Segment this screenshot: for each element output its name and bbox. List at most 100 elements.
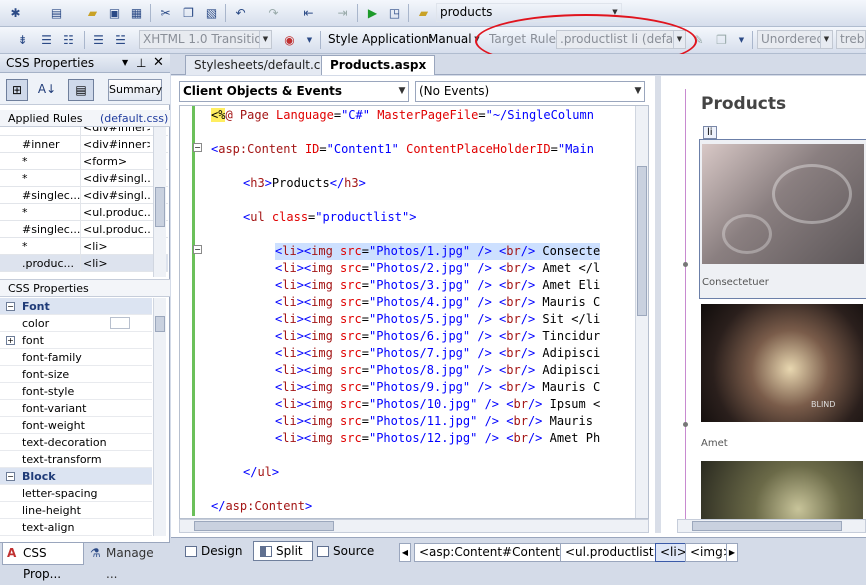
copy-style-icon[interactable]: ❐: [713, 32, 730, 49]
breadcrumb-prev-icon[interactable]: ◀: [399, 543, 411, 562]
rule-row[interactable]: * <li>: [0, 238, 168, 255]
rule-row[interactable]: * <div#singl...: [0, 170, 168, 187]
property-font-style[interactable]: font-style: [0, 383, 152, 400]
redo-icon[interactable]: ↷: [265, 5, 282, 22]
tab-css-properties[interactable]: A CSS Prop...: [2, 543, 84, 581]
category-block[interactable]: − Block: [0, 468, 152, 485]
split-view-button[interactable]: Split: [253, 541, 313, 561]
rules-scrollbar[interactable]: [153, 127, 166, 277]
collapse-icon[interactable]: −: [193, 245, 202, 254]
doctype-combo[interactable]: XHTML 1.0 Transitiona ▼: [139, 30, 272, 49]
rule-row[interactable]: #singlec... <div#singl...: [0, 187, 168, 204]
applied-rules-label: Applied Rules: [8, 112, 83, 125]
indent-icon[interactable]: ⇟: [14, 32, 31, 49]
copy-icon[interactable]: ❐: [180, 5, 197, 22]
source-pane[interactable]: − − <%@ Page Language="C#" MasterPageFil…: [179, 105, 649, 519]
tab-default-css[interactable]: Stylesheets/default.css: [185, 55, 342, 75]
property-font-size[interactable]: font-size: [0, 366, 152, 383]
property-line-height[interactable]: line-height: [0, 502, 152, 519]
photo-text: BLIND: [811, 400, 836, 409]
find-icon[interactable]: ▰: [415, 5, 432, 22]
chevron-down-icon[interactable]: ▼: [301, 32, 318, 49]
paste-icon[interactable]: ▧: [203, 5, 220, 22]
collapse-icon[interactable]: −: [193, 143, 202, 152]
sort-alphabetical-icon[interactable]: A↓: [36, 79, 58, 101]
properties-scrollbar[interactable]: [153, 298, 166, 536]
rule-row[interactable]: * <ul.produc...: [0, 204, 168, 221]
start-debugging-icon[interactable]: ▶: [364, 5, 381, 22]
validation-icon[interactable]: ◉: [281, 32, 298, 49]
breadcrumb-ul[interactable]: <ul.productlist>: [560, 543, 669, 562]
property-text-align[interactable]: text-align: [0, 519, 152, 536]
tab-manage-styles[interactable]: ⚗ Manage ...: [86, 543, 168, 581]
show-set-properties-icon[interactable]: ▤: [68, 79, 94, 101]
property-color[interactable]: color: [0, 315, 152, 332]
client-objects-combo[interactable]: Client Objects & Events ▼: [179, 81, 409, 102]
breadcrumb-content[interactable]: <asp:Content#Content1>: [414, 543, 583, 562]
rule-row[interactable]: #inner <div#inner>: [0, 136, 168, 153]
breadcrumb-next-icon[interactable]: ▶: [726, 543, 738, 562]
panel-title-bar: CSS Properties ▼ ⊥ ✕: [0, 54, 170, 73]
open-folder-icon[interactable]: ▰: [84, 5, 101, 22]
new-page-icon[interactable]: ▤: [48, 5, 65, 22]
product-item-2[interactable]: BLIND Amet: [699, 302, 866, 452]
save-all-icon[interactable]: ▦: [128, 5, 145, 22]
close-icon[interactable]: ✕: [153, 54, 164, 72]
find-value: products: [440, 5, 493, 19]
pin-icon[interactable]: ⊥: [136, 54, 146, 72]
chevron-down-icon[interactable]: ▼: [396, 82, 408, 101]
tab-products-aspx[interactable]: Products.aspx: [321, 55, 436, 75]
toolbar-formatting: ⇟ ☰ ☷ ☰ ☱ XHTML 1.0 Transitiona ▼ ◉ ▼ St…: [0, 27, 866, 54]
properties-grid: − Font color + font font-family font-size …: [0, 298, 170, 536]
font-name-combo[interactable]: trebu: [836, 30, 866, 49]
code-line: <li><img src="Photos/8.jpg" /> <br/> Adi…: [275, 363, 601, 377]
panel-title: CSS Properties: [6, 56, 95, 70]
property-font[interactable]: + font: [0, 332, 152, 349]
summary-button[interactable]: Summary: [108, 79, 162, 101]
undo-icon[interactable]: ↶: [232, 5, 249, 22]
product-photo-1[interactable]: [702, 144, 864, 264]
property-font-weight[interactable]: font-weight: [0, 417, 152, 434]
dropdown-icon[interactable]: ▼: [122, 54, 128, 72]
products-heading[interactable]: Products: [701, 94, 786, 114]
category-font[interactable]: − Font: [0, 298, 152, 315]
rule-row-selected[interactable]: .produc... <li>: [0, 255, 168, 272]
product-photo-2[interactable]: BLIND: [701, 304, 863, 422]
design-view-button[interactable]: Design: [179, 542, 242, 562]
chevron-down-icon[interactable]: ▼: [733, 32, 750, 49]
save-icon[interactable]: ▣: [106, 5, 123, 22]
align-right-icon[interactable]: ☷: [60, 32, 77, 49]
color-swatch[interactable]: [110, 317, 130, 329]
categorized-view-icon[interactable]: ⊞: [6, 79, 28, 101]
format-selection-icon[interactable]: ☱: [112, 32, 129, 49]
toolbox-icon[interactable]: ✱: [7, 5, 24, 22]
property-letter-spacing[interactable]: letter-spacing: [0, 485, 152, 502]
code-line: <li><img src="Photos/4.jpg" /> <br/> Mau…: [275, 295, 601, 309]
css-properties-header: CSS Properties: [0, 279, 170, 297]
product-item-1[interactable]: Consectetuer: [699, 139, 866, 299]
rule-row[interactable]: * <form>: [0, 153, 168, 170]
chevron-down-icon[interactable]: ▼: [259, 31, 271, 48]
list-style-combo[interactable]: Unordered ▼: [757, 30, 833, 49]
rule-row[interactable]: <div#inner>: [0, 127, 168, 136]
navigate-back-icon[interactable]: ⇤: [300, 5, 317, 22]
chevron-down-icon[interactable]: ▼: [632, 82, 644, 101]
property-text-transform[interactable]: text-transform: [0, 451, 152, 468]
format-document-icon[interactable]: ☰: [90, 32, 107, 49]
align-left-icon[interactable]: ☰: [38, 32, 55, 49]
chevron-down-icon[interactable]: ▼: [820, 31, 832, 48]
property-font-family[interactable]: font-family: [0, 349, 152, 366]
design-pane[interactable]: Products li Consectetuer BLIND Amet: [655, 76, 866, 533]
cut-icon[interactable]: ✂: [157, 5, 174, 22]
design-horizontal-scrollbar[interactable]: [677, 519, 866, 533]
applied-rules-file[interactable]: (default.css): [100, 110, 168, 127]
property-font-variant[interactable]: font-variant: [0, 400, 152, 417]
events-combo[interactable]: (No Events) ▼: [415, 81, 645, 102]
view-in-browser-icon[interactable]: ◳: [386, 5, 403, 22]
property-text-decoration[interactable]: text-decoration: [0, 434, 152, 451]
rule-row[interactable]: #singlec... <ul.produc...: [0, 221, 168, 238]
source-horizontal-scrollbar[interactable]: [179, 519, 649, 533]
source-vertical-scrollbar[interactable]: [635, 106, 648, 518]
navigate-forward-icon[interactable]: ⇥: [334, 5, 351, 22]
source-view-button[interactable]: Source: [311, 542, 374, 562]
